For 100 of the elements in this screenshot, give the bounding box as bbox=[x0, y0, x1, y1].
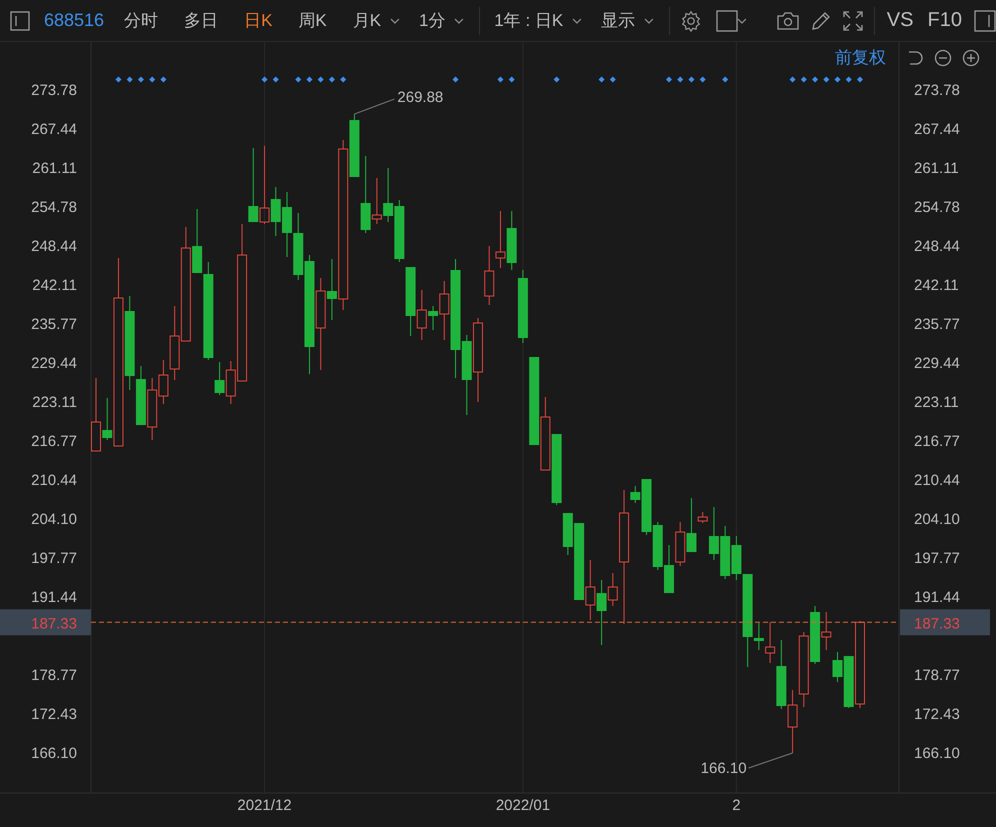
period-tab[interactable]: 日K bbox=[240, 9, 276, 32]
range-dropdown[interactable]: 1年 : 日K bbox=[490, 9, 568, 32]
display-dropdown[interactable]: 显示 bbox=[597, 9, 640, 32]
signal-marker-icon bbox=[160, 76, 166, 82]
compare-button[interactable]: VS bbox=[884, 9, 916, 32]
candlestick bbox=[383, 168, 394, 223]
undo-icon[interactable] bbox=[906, 48, 924, 66]
y-axis-label: 254.78 bbox=[31, 199, 77, 216]
y-axis-label: 204.10 bbox=[914, 511, 960, 528]
y-axis-label: 191.44 bbox=[914, 589, 960, 606]
signal-marker-icon bbox=[328, 76, 335, 82]
y-axis-label: 191.44 bbox=[31, 589, 77, 606]
stock-code: 688516 bbox=[44, 10, 104, 31]
caret-icon[interactable] bbox=[571, 16, 584, 24]
signal-marker-icon bbox=[138, 76, 144, 82]
candlestick bbox=[406, 266, 416, 336]
y-axis-label: 254.78 bbox=[914, 199, 960, 216]
period-tab[interactable]: 1分 bbox=[414, 9, 450, 32]
signal-marker-icon bbox=[856, 76, 863, 82]
candlestick bbox=[585, 560, 596, 621]
y-axis-label: 229.44 bbox=[914, 355, 960, 372]
period-tab[interactable]: 分时 bbox=[120, 9, 162, 32]
leader-line bbox=[748, 752, 794, 768]
signal-marker-icon bbox=[508, 76, 515, 82]
candlestick bbox=[394, 200, 404, 262]
sidebar-toggle-icon[interactable] bbox=[10, 10, 30, 30]
x-axis-label: 2022/01 bbox=[496, 797, 550, 814]
signal-marker-icon bbox=[272, 76, 279, 82]
signal-marker-icon bbox=[688, 76, 694, 82]
candlestick bbox=[675, 522, 686, 567]
candlestick bbox=[147, 377, 158, 440]
y-axis-label: 273.78 bbox=[914, 82, 960, 100]
zoom-out-icon[interactable] bbox=[934, 48, 952, 66]
signal-marker-icon bbox=[812, 76, 818, 82]
low-price-label: 166.10 bbox=[700, 760, 747, 777]
price-badge: 187.33 bbox=[0, 609, 91, 636]
y-axis-label: 172.43 bbox=[914, 706, 960, 724]
zoom-in-icon[interactable] bbox=[962, 48, 980, 66]
adjust-link[interactable]: 前复权 bbox=[835, 46, 886, 69]
caret-icon[interactable] bbox=[736, 16, 748, 24]
candlestick bbox=[484, 246, 494, 306]
signal-marker-icon bbox=[677, 76, 684, 82]
signal-marker-icon bbox=[666, 76, 672, 82]
period-tab[interactable]: 月K bbox=[348, 9, 386, 32]
signal-marker-icon bbox=[306, 76, 312, 82]
y-axis-label: 172.43 bbox=[31, 706, 77, 724]
signal-marker-icon bbox=[126, 76, 133, 82]
signal-marker-icon bbox=[318, 76, 324, 82]
y-axis-label: 261.11 bbox=[914, 160, 959, 178]
y-axis-label: 166.10 bbox=[31, 745, 77, 762]
signal-marker-icon bbox=[262, 76, 268, 82]
caret-icon[interactable] bbox=[643, 16, 655, 24]
y-axis-label: 204.10 bbox=[31, 511, 77, 528]
signal-marker-icon bbox=[340, 76, 346, 82]
signal-marker-icon bbox=[846, 76, 852, 82]
y-axis-label: 235.77 bbox=[31, 316, 77, 334]
signal-marker-icon bbox=[823, 76, 830, 82]
leader-line bbox=[354, 98, 395, 115]
y-axis-label: 197.77 bbox=[914, 550, 960, 568]
y-axis-label: 267.44 bbox=[31, 121, 77, 138]
candlestick bbox=[720, 526, 730, 580]
y-axis-label: 235.77 bbox=[914, 316, 960, 334]
y-axis-label: 216.77 bbox=[31, 433, 77, 450]
period-tab[interactable]: 周K bbox=[294, 9, 331, 32]
candlestick bbox=[652, 522, 663, 571]
checkbox-icon[interactable] bbox=[716, 10, 740, 32]
settings-icon[interactable] bbox=[680, 10, 702, 32]
signal-marker-icon bbox=[700, 76, 706, 82]
fullscreen-icon[interactable] bbox=[842, 10, 864, 32]
caret-icon[interactable] bbox=[389, 16, 401, 24]
camera-icon[interactable] bbox=[776, 10, 800, 30]
high-price-label: 269.88 bbox=[397, 89, 444, 106]
y-axis-label: 248.44 bbox=[31, 238, 77, 256]
signal-marker-icon bbox=[497, 76, 504, 82]
pencil-icon[interactable] bbox=[810, 10, 832, 32]
signal-marker-icon bbox=[722, 76, 728, 82]
y-axis-label: 242.11 bbox=[32, 277, 77, 294]
y-axis-label: 216.77 bbox=[914, 433, 960, 450]
x-axis-label: 2 bbox=[732, 797, 741, 814]
y-axis-label: 223.11 bbox=[32, 394, 77, 411]
signal-marker-icon bbox=[610, 76, 616, 82]
caret-icon[interactable] bbox=[453, 16, 466, 24]
signal-marker-icon bbox=[452, 76, 459, 82]
panel-icon[interactable] bbox=[974, 10, 996, 32]
candlestick bbox=[552, 434, 562, 506]
candlestick bbox=[664, 544, 674, 594]
signal-marker-icon bbox=[295, 76, 302, 82]
period-tab[interactable]: 多日 bbox=[180, 9, 222, 32]
f10-button[interactable]: F10 bbox=[925, 9, 964, 32]
y-axis-label: 223.11 bbox=[914, 394, 959, 411]
signal-marker-icon bbox=[598, 76, 605, 82]
candlestick bbox=[495, 210, 506, 269]
x-axis-label: 2021/12 bbox=[237, 797, 292, 814]
y-axis-label: 166.10 bbox=[914, 745, 960, 762]
ref-line-label: 187.33 bbox=[31, 615, 77, 632]
y-axis-label: 178.77 bbox=[31, 667, 77, 684]
y-axis-label: 210.44 bbox=[914, 472, 960, 489]
candlestick bbox=[506, 210, 517, 270]
candlestick bbox=[788, 690, 798, 754]
y-axis-label: 273.78 bbox=[31, 82, 77, 100]
